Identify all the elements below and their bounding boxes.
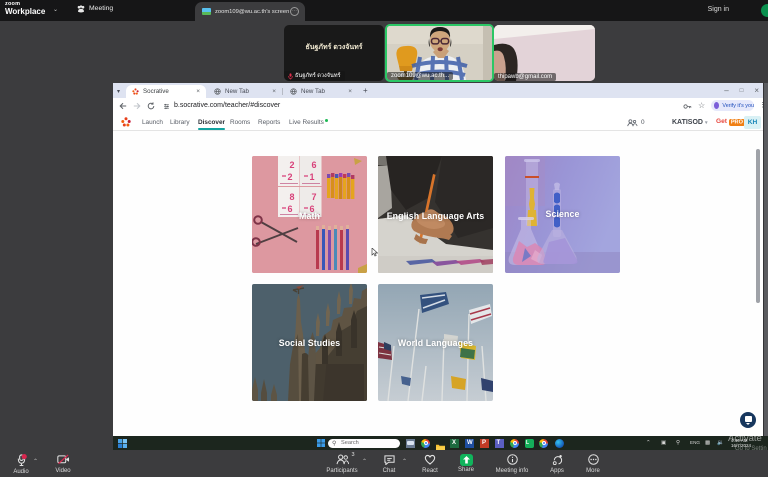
svg-text:6: 6 xyxy=(311,160,316,170)
svg-text:2: 2 xyxy=(289,160,294,170)
svg-text:8: 8 xyxy=(289,192,294,202)
svg-text:7: 7 xyxy=(311,192,316,202)
svg-text:1: 1 xyxy=(309,172,314,182)
svg-text:2: 2 xyxy=(287,172,292,182)
